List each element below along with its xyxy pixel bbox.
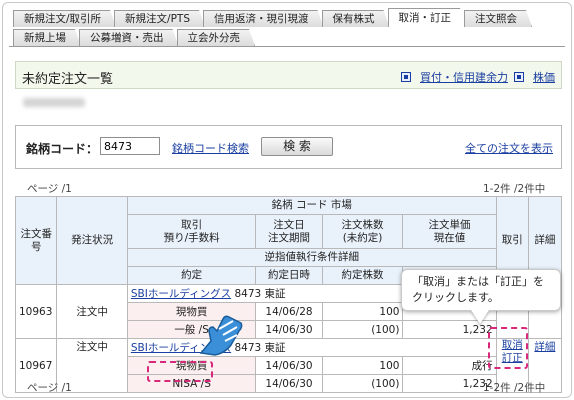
tab-holdings[interactable]: 保有株式	[322, 10, 390, 27]
page-indicator: ページ /1	[27, 183, 72, 195]
pointer-hand-icon	[199, 315, 243, 356]
security-market: 東証	[264, 342, 286, 354]
page-indicator: ページ /1	[27, 382, 72, 394]
order-date: 14/06/30	[255, 356, 323, 375]
callout-tail	[471, 310, 489, 324]
order-price: 成行	[402, 356, 497, 375]
tab-public-offering[interactable]: 公募増資・売出	[79, 29, 179, 46]
search-panel: 銘柄コード： 銘柄コード検索 検 索 全ての注文を表示	[15, 125, 562, 169]
security-market: 東証	[264, 288, 286, 300]
stock-code-label: 銘柄コード：	[26, 142, 99, 156]
window-icon	[514, 72, 524, 82]
detail-link[interactable]: 詳細	[534, 341, 555, 353]
tab-new-order-exchange[interactable]: 新規注文/取引所	[13, 10, 116, 27]
tab-order-inquiry[interactable]: 注文照会	[464, 10, 532, 27]
col-order-date: 注文日 注文期間	[255, 214, 323, 249]
callout-line-2: クリックします。	[412, 291, 499, 304]
cancel-correct-highlight	[488, 327, 528, 369]
tab-off-floor-distribution[interactable]: 立会外分売	[177, 29, 256, 46]
buying-power-link[interactable]: 買付・信用建余力	[420, 69, 508, 85]
col-execution: 約定	[126, 266, 257, 285]
unexecuted-qty: (100)	[321, 320, 404, 339]
order-qty: 100	[321, 302, 404, 321]
window-icon	[401, 72, 411, 82]
stock-price-link[interactable]: 株価	[533, 69, 555, 85]
result-count: 1-2件 /2件中	[483, 382, 546, 394]
result-count: 1-2件 /2件中	[483, 183, 546, 195]
code-search-link[interactable]: 銘柄コード検索	[172, 140, 249, 156]
order-no: 10963	[14, 284, 58, 339]
tab-new-order-pts[interactable]: 新規注文/PTS	[114, 10, 205, 27]
col-trade: 取引 預り/手数料	[126, 214, 257, 249]
app-frame: 新規注文/取引所 新規注文/PTS 信用返済・現引現渡 保有株式 取消・訂正 注…	[2, 2, 572, 398]
col-qty: 注文株数 (未約定)	[321, 214, 404, 249]
instruction-callout: 「取消」または「訂正」を クリックします。	[401, 269, 561, 311]
col-order-no: 注文番号	[14, 196, 58, 285]
order-qty: 100	[321, 356, 404, 375]
page-title-bar: 未約定注文一覧 買付・信用建余力 株価	[15, 61, 562, 89]
tab-divider	[9, 46, 565, 47]
order-period: 14/06/30	[255, 374, 323, 393]
table-row: 10967 注文中 SBIホールディングス 8473 東証 取消 訂正 詳細	[14, 338, 563, 393]
col-exec-datetime: 約定日時	[255, 266, 323, 285]
tab-cancel-correct[interactable]: 取消・訂正	[388, 8, 467, 27]
nisa-highlight	[147, 361, 213, 382]
col-exec-qty: 約定株数	[321, 266, 404, 285]
tab-margin-close[interactable]: 信用返済・現引現渡	[203, 10, 324, 27]
tab-row-2: 新規上場 公募増資・売出 立会外分売	[13, 28, 253, 46]
col-reverse-limit: 逆指値執行条件詳細	[126, 248, 497, 267]
unexecuted-qty: (100)	[321, 374, 404, 393]
redacted-text	[23, 98, 85, 107]
security-cell: SBIホールディングス 8473 東証	[126, 338, 497, 357]
show-all-orders-link[interactable]: 全ての注文を表示	[465, 140, 553, 156]
page-title: 未約定注文一覧	[22, 72, 114, 87]
title-links: 買付・信用建余力 株価	[401, 69, 555, 85]
order-status: 注文中	[56, 284, 128, 339]
callout-line-1: 「取消」または「訂正」を	[412, 275, 544, 288]
order-date: 14/06/28	[255, 302, 323, 321]
security-code: 8473	[234, 288, 262, 300]
tab-ipo[interactable]: 新規上場	[13, 29, 81, 46]
order-period: 14/06/30	[255, 320, 323, 339]
col-security: 銘柄 コード 市場	[126, 196, 497, 215]
search-button[interactable]: 検 索	[261, 137, 333, 156]
col-price: 注文単価 現在値	[402, 214, 497, 249]
security-name-link[interactable]: SBIホールディングス	[131, 288, 231, 300]
stock-code-input[interactable]	[100, 137, 160, 155]
tab-row-1: 新規注文/取引所 新規注文/PTS 信用返済・現引現渡 保有株式 取消・訂正 注…	[13, 9, 530, 27]
col-status: 発注状況	[56, 196, 128, 285]
